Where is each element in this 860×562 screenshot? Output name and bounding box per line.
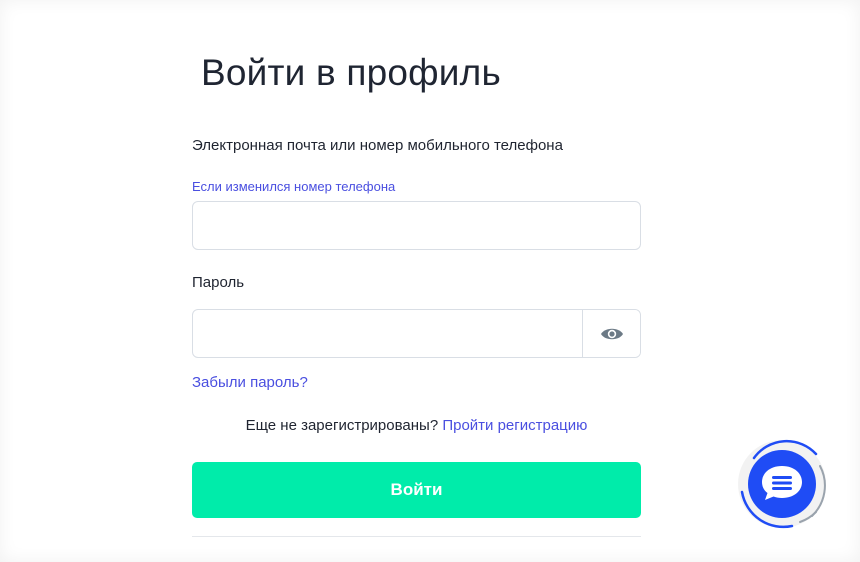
show-password-button[interactable] bbox=[582, 310, 640, 357]
eye-icon bbox=[600, 328, 623, 339]
email-input[interactable] bbox=[192, 201, 641, 250]
chat-widget-button[interactable] bbox=[730, 422, 834, 536]
password-field-group bbox=[192, 309, 641, 358]
phone-changed-link[interactable]: Если изменился номер телефона bbox=[192, 179, 395, 194]
register-row: Еще не зарегистрированы? Пройти регистра… bbox=[192, 417, 641, 434]
chat-bubble-icon bbox=[738, 439, 826, 529]
password-input[interactable] bbox=[193, 310, 582, 357]
page-title: Войти в профиль bbox=[201, 52, 501, 93]
email-label: Электронная почта или номер мобильного т… bbox=[192, 137, 563, 154]
login-button[interactable]: Войти bbox=[192, 462, 641, 518]
divider bbox=[192, 536, 641, 537]
password-label: Пароль bbox=[192, 274, 245, 291]
register-prompt: Еще не зарегистрированы? bbox=[245, 417, 439, 434]
forgot-password-link[interactable]: Забыли пароль? bbox=[192, 374, 308, 391]
register-link[interactable]: Пройти регистрацию bbox=[442, 417, 587, 434]
login-page: Войти в профиль Электронная почта или но… bbox=[0, 0, 860, 562]
